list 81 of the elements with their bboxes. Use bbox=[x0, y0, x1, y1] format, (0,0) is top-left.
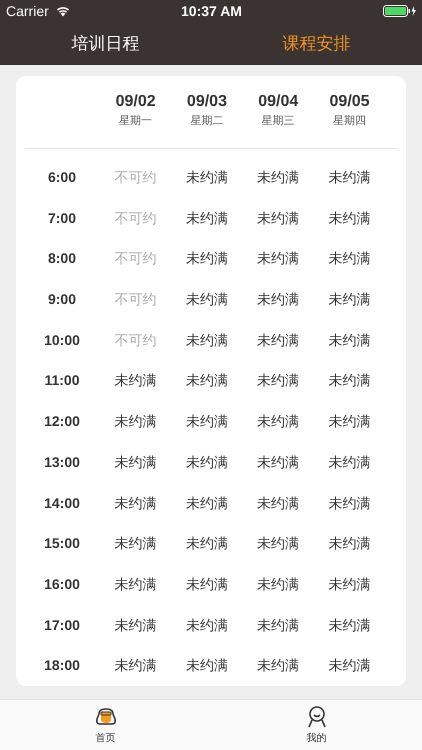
time-label: 14:00 bbox=[44, 494, 80, 512]
slot-status: 不可约 bbox=[114, 330, 157, 350]
weekday-label: 星期一 bbox=[119, 114, 152, 129]
slot-status[interactable]: 未约满 bbox=[257, 411, 300, 432]
weekday-label: 星期二 bbox=[190, 114, 224, 129]
slot-status: 不可约 bbox=[114, 208, 157, 228]
time-label: 12:00 bbox=[44, 412, 80, 432]
nav-tab[interactable]: 课程安排 bbox=[211, 22, 422, 65]
slot-status[interactable]: 未约满 bbox=[257, 655, 300, 676]
slot-status[interactable]: 未约满 bbox=[186, 492, 228, 512]
slot-status[interactable]: 未约满 bbox=[114, 492, 157, 512]
time-label: 17:00 bbox=[44, 616, 80, 635]
time-label: 15:00 bbox=[44, 534, 80, 554]
slot-status[interactable]: 未约满 bbox=[328, 411, 371, 432]
slot-status[interactable]: 未约满 bbox=[328, 370, 371, 390]
weekday-label: 星期四 bbox=[333, 114, 366, 129]
date-label: 09/04 bbox=[258, 92, 298, 112]
slot-status: 不可约 bbox=[114, 168, 157, 187]
slot-status[interactable]: 未约满 bbox=[328, 533, 371, 554]
tab-bar-item[interactable]: 首页 bbox=[0, 700, 211, 750]
date-label: 09/02 bbox=[116, 92, 156, 112]
slot-status[interactable]: 未约满 bbox=[114, 370, 157, 390]
slot-status[interactable]: 未约满 bbox=[257, 208, 300, 228]
time-label: 11:00 bbox=[44, 371, 80, 390]
slot-status[interactable]: 未约满 bbox=[186, 452, 228, 472]
slot-status[interactable]: 未约满 bbox=[186, 614, 228, 635]
carrier-label: Carrier bbox=[6, 3, 49, 19]
slot-status[interactable]: 未约满 bbox=[257, 167, 300, 187]
time-label: 10:00 bbox=[44, 330, 80, 350]
status-time: 10:37 AM bbox=[181, 3, 242, 19]
slot-status: 不可约 bbox=[114, 249, 157, 268]
slot-status[interactable]: 未约满 bbox=[114, 614, 157, 635]
slot-status[interactable]: 未约满 bbox=[257, 248, 300, 268]
time-label: 6:00 bbox=[48, 168, 76, 187]
slot-status[interactable]: 未约满 bbox=[328, 289, 371, 310]
slot-status[interactable]: 未约满 bbox=[257, 330, 300, 350]
time-label: 8:00 bbox=[48, 249, 76, 268]
slot-status[interactable]: 未约满 bbox=[186, 289, 228, 310]
slot-status[interactable]: 未约满 bbox=[114, 452, 157, 472]
slot-status[interactable]: 未约满 bbox=[114, 533, 157, 554]
date-label: 09/03 bbox=[186, 92, 227, 112]
slot-status: 不可约 bbox=[114, 290, 157, 310]
slot-status[interactable]: 未约满 bbox=[328, 574, 371, 594]
slot-status[interactable]: 未约满 bbox=[186, 655, 228, 676]
slot-status[interactable]: 未约满 bbox=[257, 574, 300, 594]
slot-status[interactable]: 未约满 bbox=[186, 533, 228, 554]
date-label: 09/05 bbox=[330, 92, 370, 112]
slot-status[interactable]: 未约满 bbox=[186, 574, 228, 594]
slot-status[interactable]: 未约满 bbox=[328, 452, 371, 472]
slot-status[interactable]: 未约满 bbox=[328, 167, 371, 187]
slot-status[interactable]: 未约满 bbox=[328, 655, 371, 676]
slot-status[interactable]: 未约满 bbox=[328, 248, 371, 268]
time-label: 16:00 bbox=[44, 574, 80, 594]
slot-status[interactable]: 未约满 bbox=[257, 533, 300, 554]
slot-status[interactable]: 未约满 bbox=[257, 492, 300, 512]
slot-status[interactable]: 未约满 bbox=[186, 208, 228, 228]
wifi-icon bbox=[54, 5, 71, 17]
slot-status[interactable]: 未约满 bbox=[257, 370, 300, 390]
weekday-label: 星期三 bbox=[262, 114, 295, 129]
battery-charging-icon bbox=[382, 5, 417, 17]
slot-status[interactable]: 未约满 bbox=[257, 452, 300, 472]
time-label: 18:00 bbox=[44, 656, 80, 676]
slot-status[interactable]: 未约满 bbox=[328, 208, 371, 228]
slot-status[interactable]: 未约满 bbox=[328, 614, 371, 635]
slot-status[interactable]: 未约满 bbox=[114, 411, 157, 432]
slot-status[interactable]: 未约满 bbox=[186, 330, 228, 350]
slot-status[interactable]: 未约满 bbox=[328, 492, 371, 512]
slot-status[interactable]: 未约满 bbox=[186, 167, 228, 187]
slot-status[interactable]: 未约满 bbox=[114, 655, 157, 676]
slot-status[interactable]: 未约满 bbox=[186, 370, 228, 390]
nav-tab[interactable]: 培训日程 bbox=[0, 22, 211, 65]
tab-bar-item[interactable]: 我的 bbox=[211, 700, 422, 750]
slot-status[interactable]: 未约满 bbox=[186, 248, 228, 268]
time-label: 9:00 bbox=[48, 290, 76, 310]
slot-status[interactable]: 未约满 bbox=[257, 614, 300, 635]
slot-status[interactable]: 未约满 bbox=[328, 330, 371, 350]
time-label: 13:00 bbox=[44, 452, 80, 472]
slot-status[interactable]: 未约满 bbox=[186, 411, 228, 432]
slot-status[interactable]: 未约满 bbox=[257, 289, 300, 310]
time-label: 7:00 bbox=[48, 208, 76, 228]
slot-status[interactable]: 未约满 bbox=[114, 574, 157, 594]
